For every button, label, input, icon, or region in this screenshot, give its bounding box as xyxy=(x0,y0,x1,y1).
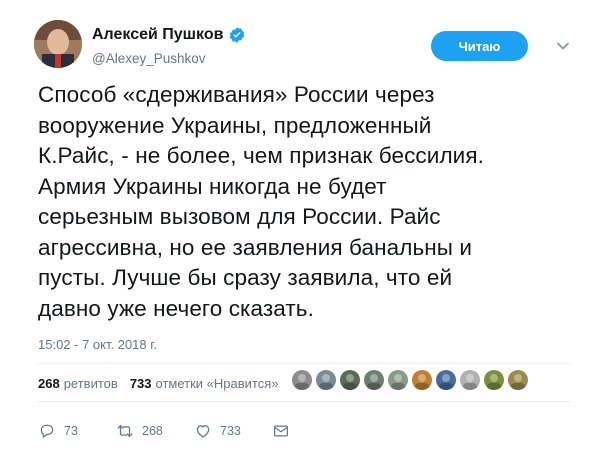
likes-label: отметки «Нравится» xyxy=(155,376,279,391)
retweets-count: 268 xyxy=(38,376,60,391)
tweet-stats: 268 ретвитов 733 отметки «Нравится» xyxy=(38,376,291,391)
liker-avatar[interactable] xyxy=(340,370,360,390)
chevron-down-icon[interactable] xyxy=(555,38,571,54)
liker-avatar[interactable] xyxy=(364,370,384,390)
tweet-text-line: пусты. Лучше бы сразу заявила, что ей xyxy=(38,265,453,290)
divider xyxy=(38,401,570,402)
liker-avatar[interactable] xyxy=(412,370,432,390)
author-name-row: Алексей Пушков xyxy=(92,26,246,44)
tweet-text-line: вооружение Украины, предложенный xyxy=(38,112,432,138)
like-count: 733 xyxy=(220,424,241,438)
liker-avatars xyxy=(292,370,532,390)
liker-avatar[interactable] xyxy=(388,370,408,390)
liker-avatar[interactable] xyxy=(460,370,480,390)
tweet-actions: 73 268 733 xyxy=(38,420,290,442)
tweet-card: Алексей Пушков @Alexey_Pushkov Читаю Спо… xyxy=(0,0,600,455)
tweet-timestamp[interactable]: 15:02 - 7 окт. 2018 г. xyxy=(38,337,157,352)
likes-stat[interactable]: 733 отметки «Нравится» xyxy=(130,376,279,391)
reply-icon xyxy=(40,424,54,438)
tweet-text-line: давно уже нечего сказать. xyxy=(38,295,314,321)
retweet-button[interactable]: 268 xyxy=(116,422,194,440)
verified-badge-icon xyxy=(230,27,245,43)
reply-button[interactable]: 73 xyxy=(38,422,116,440)
tweet-text: Способ «сдерживания» России через вооруж… xyxy=(38,80,578,324)
liker-avatar[interactable] xyxy=(316,370,336,390)
tweet-text-line: К.Райс, - не более, чем признак бессилия… xyxy=(38,143,484,168)
direct-message-button[interactable] xyxy=(272,422,290,440)
author-handle[interactable]: @Alexey_Pushkov xyxy=(92,51,206,66)
tweet-text-line: серьезным вызовом для России. Райс xyxy=(38,204,441,229)
likes-count: 733 xyxy=(129,376,152,391)
retweets-label: ретвитов xyxy=(63,376,118,391)
tweet-text-line: агрессивна, но ее заявления банальны и xyxy=(38,234,473,260)
retweets-stat[interactable]: 268 ретвитов xyxy=(38,376,118,391)
liker-avatar[interactable] xyxy=(484,370,504,390)
heart-icon xyxy=(196,425,210,438)
avatar-photo xyxy=(34,20,82,68)
liker-avatar[interactable] xyxy=(436,370,456,390)
liker-avatar[interactable] xyxy=(292,370,312,390)
reply-count: 73 xyxy=(64,424,78,438)
tweet-text-line: Армия Украины никогда не будет xyxy=(38,173,387,199)
envelope-icon xyxy=(273,425,289,437)
like-button[interactable]: 733 xyxy=(194,422,272,440)
following-button[interactable]: Читаю xyxy=(431,31,528,61)
divider xyxy=(38,363,570,364)
author-name[interactable]: Алексей Пушков xyxy=(92,26,223,44)
tweet-text-line: Способ «сдерживания» России через xyxy=(38,82,435,107)
retweet-count: 268 xyxy=(142,424,163,438)
retweet-icon xyxy=(117,425,133,437)
author-avatar[interactable] xyxy=(34,20,82,68)
liker-avatar[interactable] xyxy=(508,370,528,390)
